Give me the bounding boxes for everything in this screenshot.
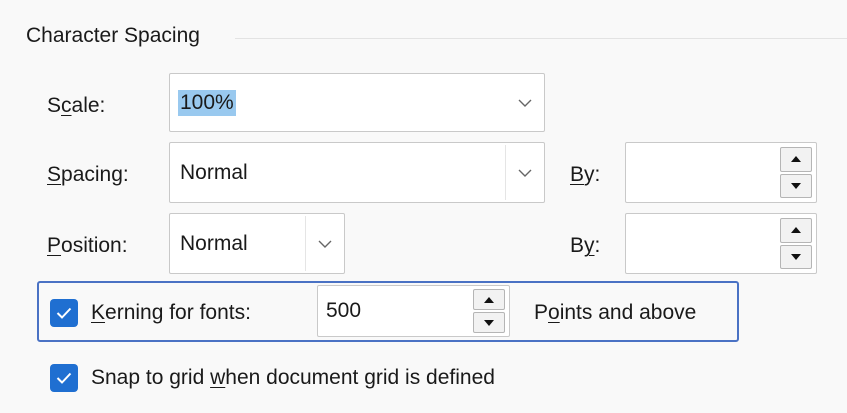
kerning-label-accesskey: K [91,301,106,324]
kerning-suffix-label: Points and above [534,301,696,325]
kerning-size-value[interactable]: 500 [326,286,361,336]
kerning-size-spinner[interactable]: 500 [317,285,510,337]
kerning-label[interactable]: Kerning for fonts: [91,301,251,325]
spinner-buttons [473,289,505,333]
snap-to-grid-checkbox[interactable] [50,364,78,392]
snap-to-grid-label[interactable]: Snap to grid when document grid is defin… [91,366,495,390]
kerning-suffix-accesskey: o [548,301,560,324]
position-by-label-part: B [570,234,585,257]
snap-label-part: hen document grid is defined [225,366,495,389]
spacing-by-accesskey: B [570,163,585,186]
spacing-by-label-part: y: [584,163,601,186]
chevron-down-icon[interactable] [506,74,544,131]
triangle-down-icon[interactable] [780,244,812,269]
position-by-label-part: : [594,234,601,257]
triangle-down-icon[interactable] [780,173,812,198]
chevron-down-icon[interactable] [306,214,344,273]
snap-label-part: Snap to grid [91,366,211,389]
position-label-part: osition: [61,234,128,257]
spacing-label-accesskey: S [47,163,62,186]
kerning-suffix-part: P [534,301,549,324]
scale-label-part: ale: [71,94,106,117]
snap-label-accesskey: w [210,366,226,389]
spinner-buttons [780,218,812,269]
scale-combobox[interactable]: 100% [169,73,545,132]
kerning-suffix-part: ints and above [559,301,697,324]
group-divider [235,38,847,39]
triangle-down-icon[interactable] [473,312,505,333]
spacing-label: Spacing: [47,163,129,187]
spacing-combobox[interactable]: Normal [169,142,545,203]
position-value[interactable]: Normal [180,214,248,273]
spacing-by-label: By: [570,163,600,187]
scale-label-accesskey: c [61,94,72,117]
triangle-up-icon[interactable] [780,147,812,172]
position-by-spinner[interactable] [625,213,817,274]
position-label: Position: [47,234,128,258]
position-by-accesskey: y [584,234,595,257]
checkmark-icon [56,372,72,384]
position-combobox[interactable]: Normal [169,213,345,274]
spacing-by-spinner[interactable] [625,142,817,203]
group-title: Character Spacing [26,24,206,48]
spinner-buttons [780,147,812,198]
spacing-value[interactable]: Normal [180,143,248,202]
spacing-label-part: pacing: [61,163,129,186]
kerning-label-part: erning for fonts: [105,301,251,324]
position-label-accesskey: P [47,234,62,257]
character-spacing-panel: Character Spacing Scale: 100% Spacing: N… [0,0,847,413]
position-by-label: By: [570,234,600,258]
scale-value-text: 100% [178,89,236,116]
triangle-up-icon[interactable] [780,218,812,243]
scale-label: Scale: [47,94,105,118]
kerning-checkbox[interactable] [50,299,78,327]
triangle-up-icon[interactable] [473,289,505,310]
scale-value[interactable]: 100% [178,74,236,131]
scale-label-part: S [47,94,62,117]
chevron-down-icon[interactable] [506,143,544,202]
checkmark-icon [56,307,72,319]
